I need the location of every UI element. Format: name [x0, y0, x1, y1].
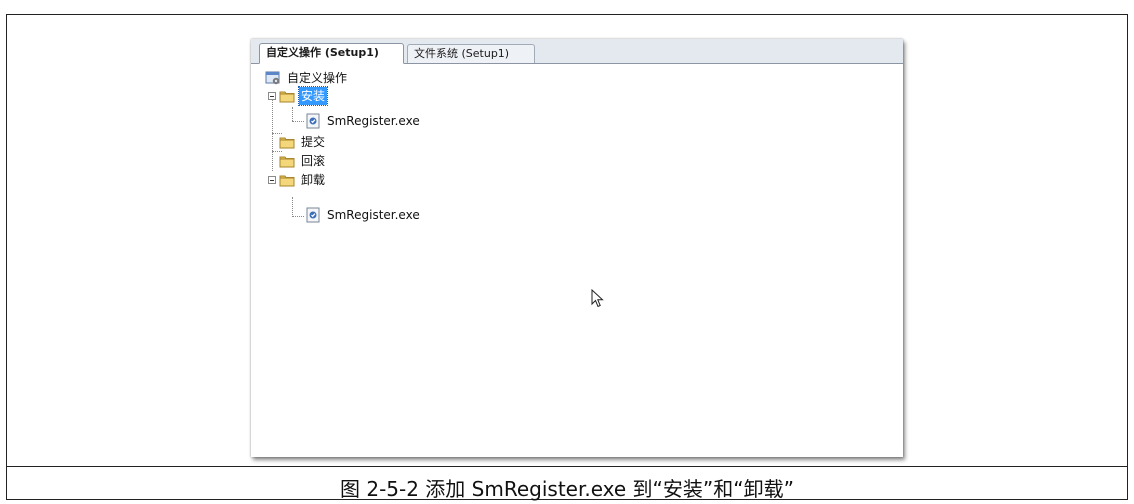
expander-install[interactable]: [268, 92, 276, 100]
blank-area: [643, 179, 789, 325]
custom-actions-icon: [265, 70, 281, 86]
document-frame: 图 2-5-2 添加 SmRegister.exe 到“安装”和“卸载” 自定义…: [6, 14, 1128, 501]
tab-bar: 自定义操作 (Setup1) 文件系统 (Setup1): [251, 39, 903, 64]
folder-icon: [279, 172, 295, 188]
folder-icon: [279, 153, 295, 169]
folder-icon: [279, 88, 295, 104]
custom-actions-tree[interactable]: 自定义操作 安装 SmRegister.exe 提交 回滚 卸载 SmRegis…: [265, 69, 625, 269]
exe-file-icon: [305, 207, 321, 223]
folder-icon: [279, 134, 295, 150]
tree-connector: [272, 97, 273, 171]
figure-caption: 图 2-5-2 添加 SmRegister.exe 到“安装”和“卸载”: [339, 477, 794, 501]
caption-divider: [7, 466, 1127, 467]
expander-uninstall[interactable]: [268, 176, 276, 184]
tab-file-system[interactable]: 文件系统 (Setup1): [407, 44, 535, 63]
tree-connector: [272, 151, 282, 152]
tree-node-label: 提交: [301, 135, 326, 149]
tree-node-label: 卸载: [301, 173, 326, 187]
mouse-cursor-icon: [591, 288, 605, 309]
designer-window: 自定义操作 (Setup1) 文件系统 (Setup1) 自定义操作 安装 Sm…: [251, 39, 903, 457]
tree-node-label: SmRegister.exe: [327, 114, 420, 128]
tree-connector: [292, 107, 293, 121]
tree-node-label: 安装: [297, 86, 329, 106]
tree-connector: [292, 216, 304, 217]
tree-connector: [292, 197, 293, 217]
tree-node-label: 回滚: [301, 154, 326, 168]
tree-node-label: SmRegister.exe: [327, 208, 420, 222]
tree-connector: [292, 121, 304, 122]
tree-root-label: 自定义操作: [287, 71, 348, 85]
tab-custom-actions[interactable]: 自定义操作 (Setup1): [259, 43, 404, 64]
exe-file-icon: [305, 113, 321, 129]
